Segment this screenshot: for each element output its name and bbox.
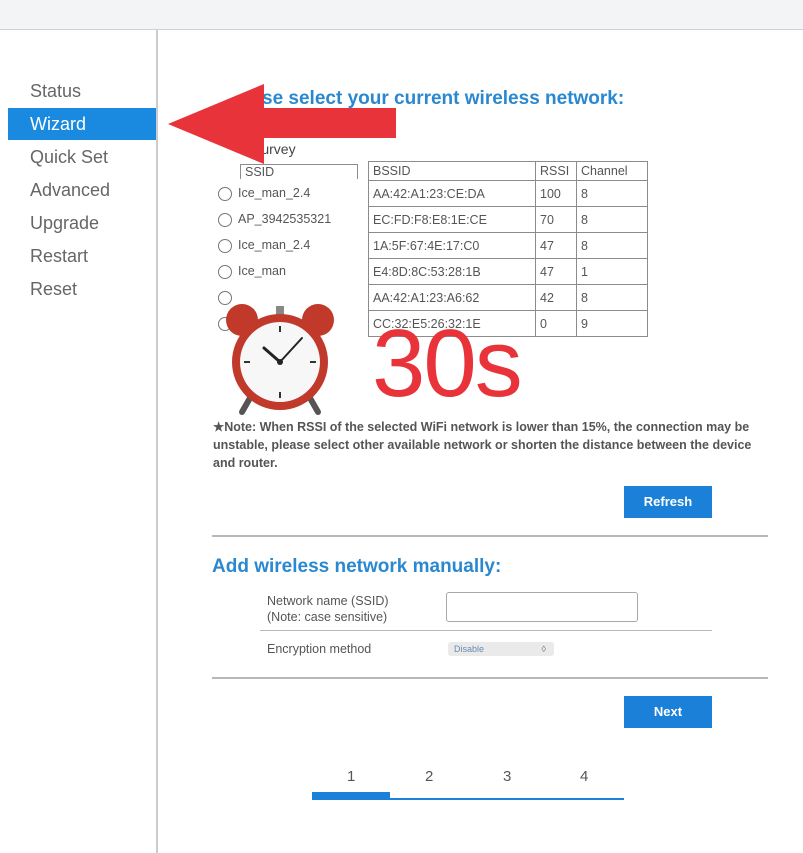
countdown-timer-overlay: 30s — [372, 310, 523, 417]
rssi-cell: 70 — [535, 206, 577, 233]
bssid-cell: AA:42:A1:23:A6:62 — [368, 284, 536, 311]
browser-top-bar — [0, 0, 803, 30]
table-row[interactable]: Ice_man_2.4 AA:42:A1:23:CE:DA 100 8 — [214, 180, 648, 207]
encryption-selected-value: Disable — [454, 644, 485, 654]
channel-cell: 8 — [576, 284, 648, 311]
ssid-cell: Ice_man_2.4 — [238, 186, 311, 201]
step-1: 1 — [347, 768, 356, 785]
rssi-cell: 47 — [535, 232, 577, 259]
red-arrow-annotation — [168, 84, 396, 164]
chevron-down-icon: ◊ — [541, 644, 546, 654]
sidebar-item-restart[interactable]: Restart — [8, 240, 156, 272]
rssi-cell: 47 — [535, 258, 577, 285]
ssid-cell: Ice_man — [238, 264, 286, 279]
sidebar-item-advanced[interactable]: Advanced — [8, 174, 156, 206]
rssi-cell: 0 — [535, 310, 577, 337]
step-3: 3 — [503, 768, 512, 785]
network-radio[interactable] — [218, 212, 232, 227]
channel-cell: 9 — [576, 310, 648, 337]
sidebar-item-status[interactable]: Status — [8, 75, 156, 107]
ssid-cell: AP_3942535321 — [238, 212, 332, 227]
bssid-cell: 1A:5F:67:4E:17:C0 — [368, 232, 536, 259]
section-divider — [212, 535, 768, 537]
step-4: 4 — [580, 768, 589, 785]
step-2: 2 — [425, 768, 434, 785]
ssid-field-label: Network name (SSID) — [267, 594, 389, 608]
channel-cell: 8 — [576, 180, 648, 207]
sidebar-item-wizard[interactable]: Wizard — [8, 108, 156, 140]
table-row[interactable]: Ice_man_2.4 1A:5F:67:4E:17:C0 47 8 — [214, 232, 648, 259]
bssid-cell: EC:FD:F8:E8:1E:CE — [368, 206, 536, 233]
channel-cell: 8 — [576, 206, 648, 233]
bssid-cell: E4:8D:8C:53:28:1B — [368, 258, 536, 285]
refresh-button[interactable]: Refresh — [624, 486, 712, 518]
sidebar: Status Wizard Quick Set Advanced Upgrade… — [0, 30, 158, 853]
encryption-select[interactable]: Disable ◊ — [448, 642, 554, 656]
encryption-label: Encryption method — [267, 642, 372, 656]
sidebar-item-reset[interactable]: Reset — [8, 273, 156, 305]
rssi-note: ★Note: When RSSI of the selected WiFi ne… — [213, 420, 752, 470]
alarm-clock-icon — [226, 304, 334, 415]
network-radio[interactable] — [218, 186, 232, 201]
table-row[interactable]: Ice_man E4:8D:8C:53:28:1B 47 1 — [214, 258, 648, 285]
ssid-input[interactable] — [446, 592, 638, 622]
sidebar-item-upgrade[interactable]: Upgrade — [8, 207, 156, 239]
network-radio[interactable] — [218, 238, 232, 253]
form-row-divider — [260, 630, 712, 631]
network-radio[interactable] — [218, 264, 232, 279]
bssid-cell: AA:42:A1:23:CE:DA — [368, 180, 536, 207]
ssid-field-note: (Note: case sensitive) — [267, 610, 388, 624]
sidebar-item-quick-set[interactable]: Quick Set — [8, 141, 156, 173]
channel-cell: 1 — [576, 258, 648, 285]
channel-cell: 8 — [576, 232, 648, 259]
ssid-cell: Ice_man_2.4 — [238, 238, 311, 253]
table-row[interactable]: AP_3942535321 EC:FD:F8:E8:1E:CE 70 8 — [214, 206, 648, 233]
manual-section-heading: Add wireless network manually: — [212, 556, 502, 577]
rssi-cell: 42 — [535, 284, 577, 311]
column-header-channel: Channel — [576, 161, 648, 181]
column-header-rssi: RSSI — [535, 161, 577, 181]
section-divider — [212, 677, 768, 679]
rssi-cell: 100 — [535, 180, 577, 207]
step-progress-fill — [312, 792, 390, 800]
next-button[interactable]: Next — [624, 696, 712, 728]
